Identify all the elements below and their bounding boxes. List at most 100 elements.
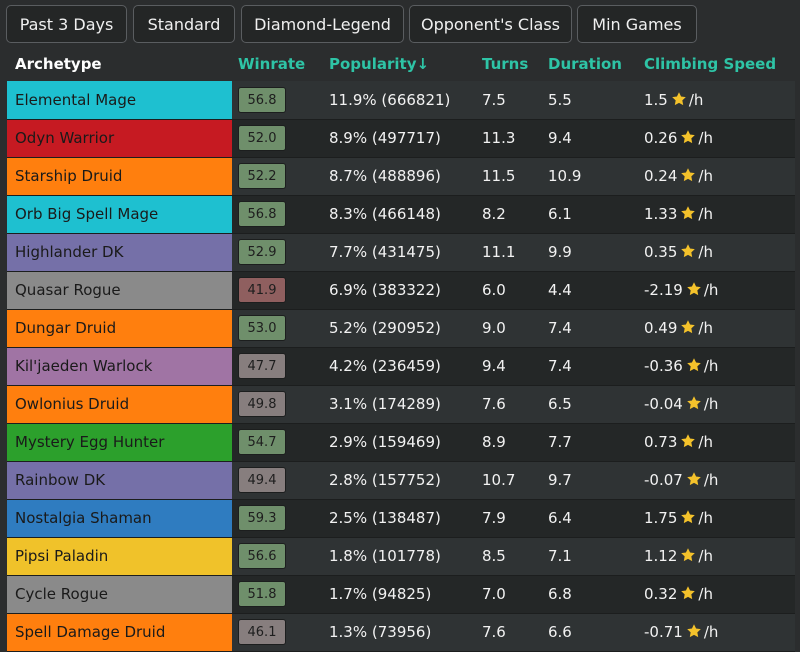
- winrate-cell: 47.7: [232, 347, 323, 386]
- popularity-cell: 2.8% (157752): [323, 461, 476, 500]
- duration-cell: 7.1: [542, 537, 638, 576]
- table-row[interactable]: Cycle Rogue 51.8 1.7% (94825) 7.0 6.8 0.…: [7, 575, 795, 614]
- winrate-cell: 41.9: [232, 271, 323, 310]
- filter-time-range-button[interactable]: Past 3 Days: [6, 5, 127, 43]
- turns-cell: 8.9: [476, 423, 542, 462]
- climbing-speed-unit: /h: [698, 167, 713, 185]
- archetype-name[interactable]: Cycle Rogue: [7, 575, 232, 614]
- turns-cell: 11.5: [476, 157, 542, 196]
- climbing-speed-cell: 1.33/h: [638, 195, 795, 234]
- duration-cell: 5.5: [542, 81, 638, 120]
- table-row[interactable]: Orb Big Spell Mage 56.8 8.3% (466148) 8.…: [7, 195, 795, 234]
- archetype-name[interactable]: Rainbow DK: [7, 461, 232, 500]
- star-icon: [672, 91, 686, 105]
- table-row[interactable]: Elemental Mage 56.8 11.9% (666821) 7.5 5…: [7, 81, 795, 120]
- archetype-name[interactable]: Owlonius Druid: [7, 385, 232, 424]
- duration-cell: 9.9: [542, 233, 638, 272]
- duration-cell: 6.8: [542, 575, 638, 614]
- table-row[interactable]: Rainbow DK 49.4 2.8% (157752) 10.7 9.7 -…: [7, 461, 795, 500]
- table-row[interactable]: Highlander DK 52.9 7.7% (431475) 11.1 9.…: [7, 233, 795, 272]
- duration-cell: 6.6: [542, 613, 638, 652]
- table-row[interactable]: Owlonius Druid 49.8 3.1% (174289) 7.6 6.…: [7, 385, 795, 424]
- archetype-name[interactable]: Elemental Mage: [7, 81, 232, 120]
- table-row[interactable]: Kil'jaeden Warlock 47.7 4.2% (236459) 9.…: [7, 347, 795, 386]
- archetype-name[interactable]: Kil'jaeden Warlock: [7, 347, 232, 386]
- header-archetype[interactable]: Archetype: [7, 46, 232, 81]
- climbing-speed-cell: -2.19/h: [638, 271, 795, 310]
- duration-cell: 4.4: [542, 271, 638, 310]
- winrate-badge: 56.8: [238, 86, 286, 113]
- climbing-speed-unit: /h: [703, 281, 719, 299]
- header-climbing-speed[interactable]: Climbing Speed: [638, 46, 795, 81]
- winrate-badge: 56.8: [238, 201, 286, 227]
- table-row[interactable]: Spell Damage Druid 46.1 1.3% (73956) 7.6…: [7, 613, 795, 652]
- climbing-speed-unit: /h: [698, 547, 713, 565]
- climbing-speed-unit: /h: [698, 433, 713, 451]
- duration-cell: 10.9: [542, 157, 638, 196]
- climbing-speed-unit: /h: [703, 471, 719, 489]
- star-icon: [687, 282, 701, 296]
- header-winrate[interactable]: Winrate: [232, 46, 323, 81]
- climbing-speed-value: -2.19: [644, 281, 683, 299]
- archetype-name[interactable]: Spell Damage Druid: [7, 613, 232, 652]
- duration-cell: 7.4: [542, 347, 638, 386]
- climbing-speed-value: 0.35: [644, 243, 678, 261]
- popularity-cell: 8.7% (488896): [323, 157, 476, 196]
- winrate-cell: 53.0: [232, 309, 323, 348]
- turns-cell: 7.0: [476, 575, 542, 614]
- winrate-cell: 51.8: [232, 575, 323, 614]
- archetype-name[interactable]: Dungar Druid: [7, 309, 232, 348]
- winrate-badge: 52.9: [238, 239, 286, 265]
- climbing-speed-cell: -0.71/h: [638, 613, 795, 652]
- duration-cell: 6.1: [542, 195, 638, 234]
- table-row[interactable]: Dungar Druid 53.0 5.2% (290952) 9.0 7.4 …: [7, 309, 795, 348]
- climbing-speed-unit: /h: [698, 509, 713, 527]
- climbing-speed-unit: /h: [688, 90, 704, 109]
- table-row[interactable]: Mystery Egg Hunter 54.7 2.9% (159469) 8.…: [7, 423, 795, 462]
- star-icon: [687, 624, 701, 638]
- header-popularity[interactable]: Popularity↓: [323, 46, 476, 81]
- winrate-cell: 52.9: [232, 233, 323, 272]
- filter-format-button[interactable]: Standard: [133, 5, 235, 43]
- star-icon: [687, 396, 701, 410]
- header-duration[interactable]: Duration: [542, 46, 638, 81]
- turns-cell: 9.4: [476, 347, 542, 386]
- turns-cell: 7.5: [476, 81, 542, 120]
- climbing-speed-unit: /h: [698, 205, 713, 223]
- header-turns[interactable]: Turns: [476, 46, 542, 81]
- winrate-badge: 49.4: [238, 467, 286, 493]
- turns-cell: 10.7: [476, 461, 542, 500]
- archetype-name[interactable]: Odyn Warrior: [7, 119, 232, 158]
- archetype-name[interactable]: Pipsi Paladin: [7, 537, 232, 576]
- table-row[interactable]: Odyn Warrior 52.0 8.9% (497717) 11.3 9.4…: [7, 119, 795, 158]
- popularity-cell: 1.3% (73956): [323, 613, 476, 652]
- archetype-name[interactable]: Orb Big Spell Mage: [7, 195, 232, 234]
- table-row[interactable]: Pipsi Paladin 56.6 1.8% (101778) 8.5 7.1…: [7, 537, 795, 576]
- star-icon: [681, 510, 696, 524]
- filter-rank-button[interactable]: Diamond-Legend: [241, 5, 404, 43]
- filter-opponent-class-button[interactable]: Opponent's Class: [409, 5, 572, 43]
- table-row[interactable]: Nostalgia Shaman 59.3 2.5% (138487) 7.9 …: [7, 499, 795, 538]
- climbing-speed-cell: -0.04/h: [638, 385, 795, 424]
- star-icon: [687, 472, 701, 486]
- star-icon: [681, 130, 696, 144]
- winrate-cell: 56.6: [232, 537, 323, 576]
- archetype-name[interactable]: Quasar Rogue: [7, 271, 232, 310]
- popularity-cell: 7.7% (431475): [323, 233, 476, 272]
- archetype-name[interactable]: Starship Druid: [7, 157, 232, 196]
- archetype-name[interactable]: Highlander DK: [7, 233, 232, 272]
- table-row[interactable]: Quasar Rogue 41.9 6.9% (383322) 6.0 4.4 …: [7, 271, 795, 310]
- archetype-name[interactable]: Mystery Egg Hunter: [7, 423, 232, 462]
- climbing-speed-value: 0.73: [644, 433, 678, 451]
- climbing-speed-value: -0.04: [644, 395, 683, 413]
- duration-cell: 7.4: [542, 309, 638, 348]
- climbing-speed-cell: 0.49/h: [638, 309, 795, 348]
- table-row[interactable]: Starship Druid 52.2 8.7% (488896) 11.5 1…: [7, 157, 795, 196]
- archetype-name[interactable]: Nostalgia Shaman: [7, 499, 232, 538]
- filter-min-games-button[interactable]: Min Games: [577, 5, 697, 43]
- table-header-row: Archetype Winrate Popularity↓ Turns Dura…: [7, 46, 795, 81]
- turns-cell: 11.1: [476, 233, 542, 272]
- popularity-cell: 5.2% (290952): [323, 309, 476, 348]
- star-icon: [681, 206, 696, 220]
- winrate-badge: 46.1: [238, 619, 286, 645]
